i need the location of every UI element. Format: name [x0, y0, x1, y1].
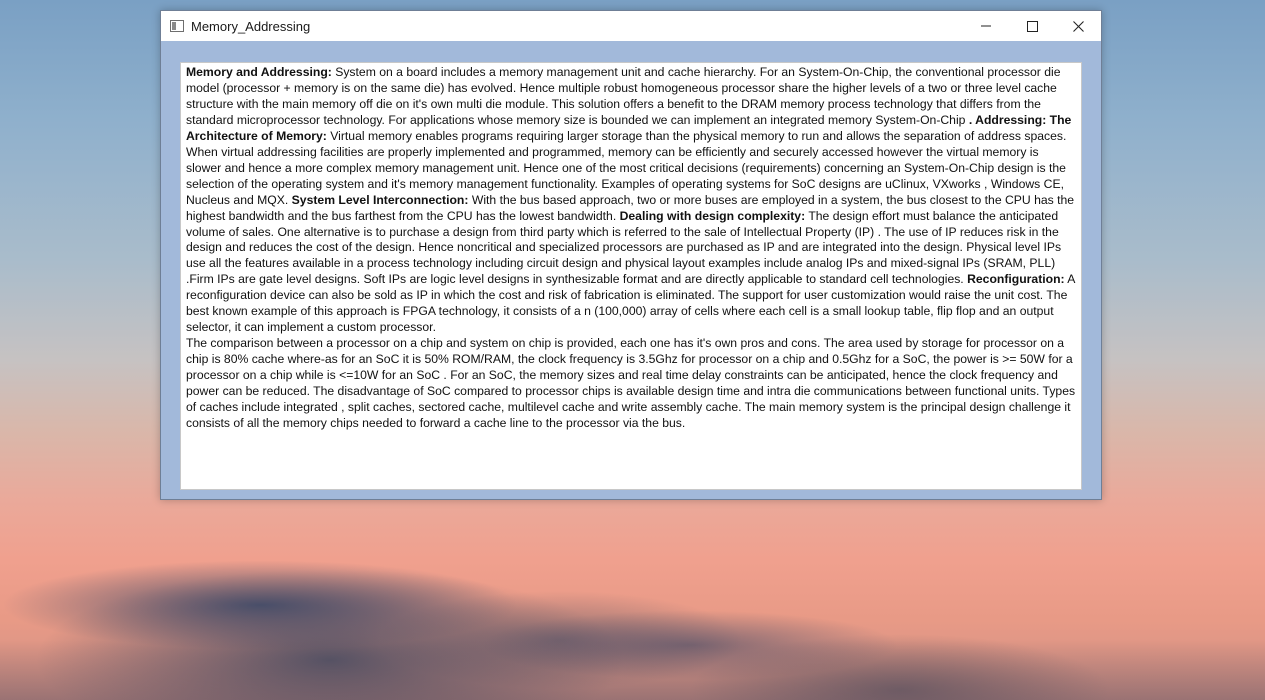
document-text-area[interactable]: Memory and Addressing: System on a board…: [180, 62, 1082, 490]
document-paragraph-2: The comparison between a processor on a …: [186, 336, 1076, 430]
app-window-icon: [170, 20, 184, 32]
title-bar[interactable]: Memory_Addressing: [161, 11, 1101, 41]
heading-system-level-interconnection: System Level Interconnection:: [291, 192, 469, 207]
background-cloud: [0, 560, 520, 650]
close-icon: [1072, 20, 1084, 32]
minimize-button[interactable]: [963, 11, 1009, 41]
document-paragraph-1: Memory and Addressing: System on a board…: [186, 65, 1077, 336]
heading-dealing-with-design-complexity: Dealing with design complexity:: [619, 208, 806, 223]
app-window: Memory_Addressing Memory and Addressing:…: [160, 10, 1102, 500]
close-button[interactable]: [1055, 11, 1101, 41]
maximize-icon: [1026, 20, 1038, 32]
window-controls: [963, 11, 1101, 41]
heading-memory-and-addressing: Memory and Addressing:: [186, 65, 332, 79]
heading-reconfiguration: Reconfiguration:: [967, 272, 1065, 287]
background-horizon: [0, 640, 1265, 700]
window-title: Memory_Addressing: [191, 18, 311, 34]
minimize-icon: [981, 25, 991, 27]
maximize-button[interactable]: [1009, 11, 1055, 41]
